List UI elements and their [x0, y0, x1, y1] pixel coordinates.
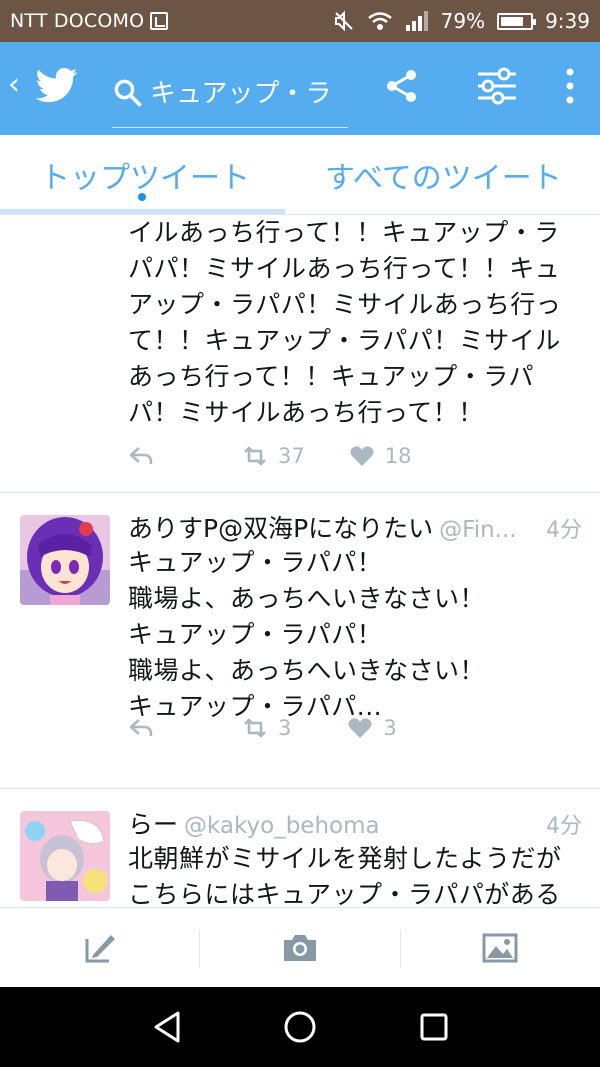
- clock: 9:39: [545, 9, 590, 33]
- tweet-header: ありすP@双海Pになりたい @Fin... 4分: [128, 509, 582, 545]
- author-handle[interactable]: @Fin...: [439, 517, 536, 543]
- search-field[interactable]: キュアップ・ラ: [112, 56, 348, 128]
- image-icon: [482, 933, 518, 963]
- like-button[interactable]: 18: [349, 443, 412, 469]
- author-name[interactable]: ありすP@双海Pになりたい: [128, 509, 433, 545]
- search-query: キュアップ・ラ: [150, 79, 332, 109]
- retweet-count: 37: [278, 444, 305, 468]
- camera-button[interactable]: [240, 908, 360, 988]
- avatar[interactable]: [20, 515, 110, 605]
- reply-icon: [129, 719, 153, 736]
- twitter-bird-icon[interactable]: [36, 64, 78, 106]
- compose-icon: [85, 935, 115, 963]
- retweet-count: 3: [278, 716, 292, 740]
- tweet-time: 4分: [546, 814, 582, 839]
- overflow-menu-icon[interactable]: [562, 66, 578, 106]
- compose-tweet-button[interactable]: [40, 908, 160, 988]
- retweet-icon: [244, 446, 266, 466]
- tweet-actions: 37 18: [128, 443, 411, 469]
- home-nav-icon[interactable]: [280, 1007, 320, 1047]
- avatar-illustration: [20, 515, 110, 605]
- photo-button[interactable]: [440, 908, 560, 988]
- tab-all-tweets[interactable]: すべてのツイート: [325, 153, 562, 197]
- divider: [199, 930, 200, 968]
- heart-icon: [350, 446, 374, 466]
- battery-icon: [497, 12, 537, 30]
- tab-top-tweets[interactable]: トップツイート: [40, 153, 250, 197]
- avatar-illustration: [20, 811, 110, 901]
- system-navigation-bar: [0, 987, 600, 1067]
- retweet-icon: [244, 718, 266, 738]
- avatar[interactable]: [20, 811, 110, 901]
- wifi-icon: [367, 12, 392, 30]
- camera-icon: [284, 935, 316, 961]
- filter-icon[interactable]: [476, 66, 518, 106]
- tweet-time: 4分: [546, 518, 582, 543]
- divider: [400, 930, 401, 968]
- reply-icon: [129, 447, 153, 464]
- retweet-button[interactable]: 37: [242, 443, 305, 469]
- carrier-name: NTT DOCOMO: [10, 10, 145, 32]
- search-icon: [114, 79, 142, 106]
- tweet-feed[interactable]: イルあっち行って！！キュアップ・ラ パパ！ミサイルあっち行って！！キュ アップ・…: [0, 215, 600, 907]
- tweet-header: らー @kakyo_behoma 4分: [128, 805, 582, 841]
- share-icon[interactable]: [384, 68, 420, 104]
- tweet-item[interactable]: ありすP@双海Pになりたい @Fin... 4分 キュアップ・ラパパ！ 職場よ、…: [0, 493, 600, 789]
- active-tab-indicator: [0, 209, 285, 214]
- tweet-item[interactable]: イルあっち行って！！キュアップ・ラ パパ！ミサイルあっち行って！！キュ アップ・…: [0, 215, 600, 493]
- tweet-text: キュアップ・ラパパ！ 職場よ、あっちへいきなさい！ キュアップ・ラパパ！ 職場よ…: [128, 548, 486, 721]
- back-button[interactable]: ‹: [8, 70, 20, 100]
- back-nav-icon[interactable]: [148, 1007, 188, 1047]
- signal-icon: [405, 11, 428, 31]
- battery-percent: 79%: [440, 9, 486, 33]
- tweet-text: 北朝鮮がミサイルを発射したようだが こちらにはキュアップ・ラパパがある: [128, 844, 562, 907]
- like-count: 18: [384, 444, 412, 468]
- status-bar: NTT DOCOMO 79% 9:39: [0, 0, 600, 42]
- new-content-dot: [138, 193, 146, 201]
- author-handle[interactable]: @kakyo_behoma: [184, 813, 536, 839]
- retweet-button[interactable]: 3: [242, 715, 291, 741]
- tweet-actions: 3 3: [128, 715, 397, 741]
- reply-button[interactable]: [128, 443, 154, 469]
- tab-bar: トップツイート すべてのツイート: [0, 135, 600, 215]
- sim-icon: [150, 12, 169, 30]
- compose-bar: [0, 907, 600, 987]
- like-count: 3: [383, 716, 397, 740]
- like-button[interactable]: 3: [347, 715, 397, 741]
- recents-nav-icon[interactable]: [414, 1007, 454, 1047]
- status-icons: 79% 9:39: [333, 9, 590, 33]
- tweet-item[interactable]: らー @kakyo_behoma 4分 北朝鮮がミサイルを発射したようだが こち…: [0, 789, 600, 907]
- reply-button[interactable]: [128, 715, 154, 741]
- author-name[interactable]: らー: [128, 805, 178, 841]
- tweet-text: イルあっち行って！！キュアップ・ラ パパ！ミサイルあっち行って！！キュ アップ・…: [128, 218, 562, 427]
- mute-icon: [334, 10, 353, 32]
- heart-icon: [348, 718, 372, 738]
- app-bar: ‹ キュアップ・ラ: [0, 42, 600, 135]
